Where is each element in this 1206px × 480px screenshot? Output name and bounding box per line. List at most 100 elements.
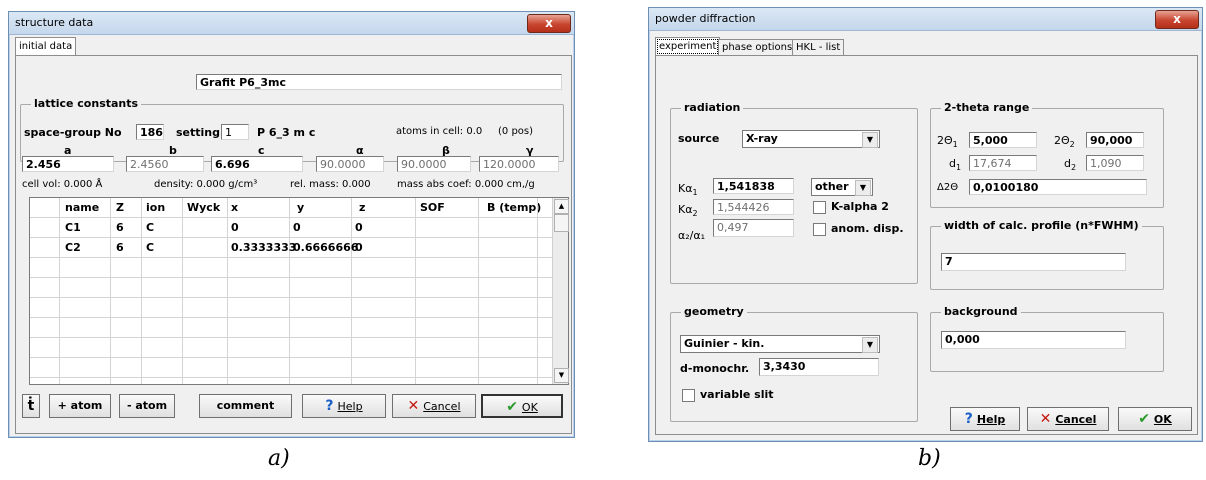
help-label: Help (976, 413, 1006, 426)
param-alpha-field[interactable]: 90.0000 (316, 156, 384, 172)
table-cell[interactable]: 0 (353, 218, 363, 237)
help-button[interactable]: ? Help (950, 407, 1020, 431)
profile-width-label: width of calc. profile (n*FWHM) (941, 219, 1142, 232)
table-cell[interactable]: 0.3333333 (229, 238, 296, 257)
col-header-z-coord: z (359, 201, 366, 214)
col-header-wyck: Wyck (187, 201, 221, 214)
ratio-field[interactable]: 0,497 (713, 219, 794, 237)
close-button[interactable]: x (527, 14, 571, 33)
caption-a: a) (268, 446, 290, 471)
source-dropdown[interactable]: X-ray ▼ (742, 130, 880, 148)
ka2-field[interactable]: 1,544426 (713, 199, 794, 215)
setting-label: setting (176, 126, 220, 139)
background-field[interactable]: 0,000 (941, 331, 1126, 349)
anom-disp-label: anom. disp. (831, 222, 904, 235)
param-gamma-field[interactable]: 120.0000 (479, 156, 559, 172)
ka1-label: Kα1 (678, 182, 698, 198)
d1-label: d1 (949, 157, 962, 173)
tab-hkl-list[interactable]: HKL - list (792, 39, 845, 56)
table-cell[interactable]: C (144, 238, 154, 257)
remove-atom-button[interactable]: - atom (119, 394, 175, 418)
ratio-label: α₂/α₁ (678, 229, 706, 242)
add-atom-button[interactable]: + atom (49, 394, 111, 418)
kalpha2-checkbox[interactable] (813, 201, 826, 214)
table-cell[interactable]: C1 (63, 218, 81, 237)
col-header-btemp: B (temp) (487, 201, 542, 214)
cancel-button[interactable]: ✕ Cancel (1027, 407, 1109, 431)
line-dropdown[interactable]: other ▼ (811, 178, 873, 196)
table-cell[interactable]: C (144, 218, 154, 237)
table-cell[interactable]: 0 (291, 218, 301, 237)
tab-experiment[interactable]: experiment (655, 37, 721, 56)
window-title: powder diffraction (655, 12, 756, 25)
profile-width-field[interactable]: 7 (941, 253, 1126, 271)
col-header-y: y (297, 201, 305, 214)
ok-label: OK (521, 401, 538, 414)
atoms-in-cell: atoms in cell: 0.0 (396, 126, 483, 137)
ok-button[interactable]: ✔ OK (1118, 407, 1192, 431)
param-c-field[interactable]: 6.696 (211, 156, 303, 172)
theta1-field[interactable]: 5,000 (969, 132, 1037, 148)
col-header-name: name (65, 201, 100, 214)
table-cell[interactable]: 6 (114, 218, 124, 237)
title-bar: structure data x (9, 12, 574, 35)
ok-label: OK (1153, 413, 1172, 426)
title-bar: powder diffraction x (649, 8, 1202, 31)
variable-slit-checkbox[interactable] (682, 389, 695, 402)
help-label: Help (337, 400, 363, 413)
chevron-down-icon: ▼ (862, 337, 878, 353)
tab-panel: Grafit P6_3mc lattice constants space-gr… (15, 55, 572, 434)
help-icon: ? (325, 398, 334, 414)
help-button[interactable]: ? Help (302, 394, 386, 418)
d2-label: d2 (1064, 157, 1077, 173)
chevron-down-icon: ▼ (855, 180, 871, 196)
chevron-down-icon: ▼ (862, 132, 878, 148)
ok-icon: ✔ (1138, 411, 1150, 427)
mass-absorption: mass abs coef: 0.000 cm,/g (397, 179, 535, 190)
cell-volume: cell vol: 0.000 Å (22, 179, 103, 190)
col-header-x: x (231, 201, 239, 214)
d2-field[interactable]: 1,090 (1086, 155, 1144, 171)
cancel-icon: ✕ (407, 398, 420, 414)
atom-table: name Z ion Wyck x y z SOF B (temp) C1 6 … (29, 197, 569, 385)
param-b-field[interactable]: 2.4560 (126, 156, 204, 172)
dmono-field[interactable]: 3,3430 (759, 358, 879, 376)
geometry-value: Guinier - kin. (684, 337, 765, 350)
atoms-pos: (0 pos) (498, 126, 534, 137)
param-a-field[interactable]: 2.456 (22, 156, 114, 172)
scroll-up-icon[interactable]: ▲ (554, 199, 569, 214)
ok-button[interactable]: ✔ OK (481, 394, 563, 418)
scroll-down-icon[interactable]: ▼ (554, 368, 569, 383)
close-button[interactable]: x (1155, 10, 1199, 29)
table-cell[interactable]: C2 (63, 238, 81, 257)
tab-initial-data[interactable]: initial data (15, 37, 77, 56)
theta-range-label: 2-theta range (941, 101, 1033, 114)
table-cell[interactable]: 0 (353, 238, 363, 257)
table-cell[interactable]: 0 (229, 218, 239, 237)
tab-phase-options[interactable]: phase options (718, 39, 797, 56)
arrange-icon[interactable]: ṫ (22, 394, 40, 418)
tab-panel: radiation source X-ray ▼ Kα1 1,541838 Kα… (655, 55, 1198, 435)
d1-field[interactable]: 17,674 (969, 155, 1037, 171)
spacegroup-field[interactable]: 186 (136, 124, 164, 140)
tab-strip: initial data (15, 37, 575, 56)
table-scrollbar[interactable]: ▲ ▼ (552, 198, 569, 384)
structure-name-field[interactable]: Grafit P6_3mc (196, 74, 562, 90)
theta2-field[interactable]: 90,000 (1086, 132, 1144, 148)
comment-button[interactable]: comment (199, 394, 292, 418)
table-cell[interactable]: 0.6666666 (291, 238, 358, 257)
ka1-field[interactable]: 1,541838 (713, 178, 794, 194)
param-beta-field[interactable]: 90.0000 (397, 156, 471, 172)
col-header-ion: ion (146, 201, 166, 214)
setting-field[interactable]: 1 (221, 124, 249, 140)
line-value: other (815, 180, 849, 193)
anom-disp-checkbox[interactable] (813, 223, 826, 236)
step-field[interactable]: 0,0100180 (969, 179, 1147, 195)
cancel-button[interactable]: ✕ Cancel (392, 394, 476, 418)
cancel-icon: ✕ (1039, 411, 1052, 427)
geometry-dropdown[interactable]: Guinier - kin. ▼ (680, 335, 880, 353)
ka2-label: Kα2 (678, 203, 698, 219)
scroll-thumb[interactable] (554, 214, 569, 232)
cancel-label: Cancel (423, 400, 461, 413)
table-cell[interactable]: 6 (114, 238, 124, 257)
